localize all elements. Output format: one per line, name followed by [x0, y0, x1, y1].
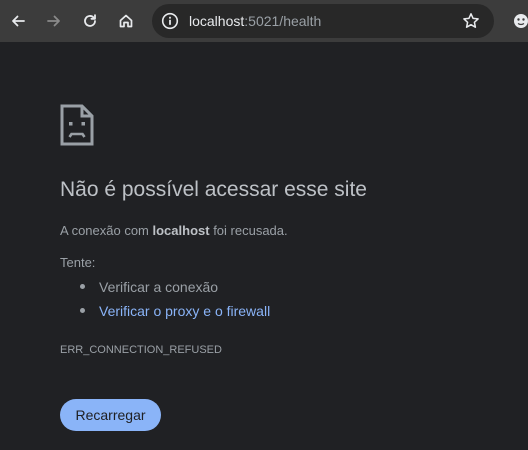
error-title: Não é possível acessar esse site	[60, 178, 367, 201]
suggestion-list-2: Verificar o proxy e o firewall	[80, 302, 270, 320]
check-proxy-firewall-link[interactable]: Verificar o proxy e o firewall	[99, 303, 270, 319]
suggestion-check-proxy-firewall[interactable]: Verificar o proxy e o firewall	[80, 302, 270, 320]
address-bar[interactable]: localhost:5021/health	[152, 4, 494, 38]
forward-icon	[47, 15, 60, 27]
browser-toolbar: localhost:5021/health	[0, 0, 528, 42]
description-suffix: foi recusada.	[209, 223, 288, 238]
description-prefix: A conexão com	[60, 223, 153, 238]
description-host: localhost	[152, 223, 210, 238]
home-icon	[119, 14, 133, 28]
error-page: Não é possível acessar esse site A conex…	[0, 42, 528, 450]
url-host: localhost	[189, 13, 245, 29]
suggestion-check-connection-text: Verificar a conexão	[99, 279, 219, 295]
site-info-icon[interactable]	[160, 11, 180, 31]
error-code: ERR_CONNECTION_REFUSED	[60, 344, 222, 356]
reload-page-button[interactable]: Recarregar	[60, 399, 161, 431]
star-icon[interactable]	[462, 12, 480, 30]
forward-button[interactable]	[42, 9, 66, 33]
back-icon	[12, 15, 25, 27]
try-label: Tente:	[60, 255, 96, 270]
reload-icon	[84, 14, 96, 27]
bullet	[80, 283, 85, 289]
url-text[interactable]: localhost:5021/health	[189, 13, 321, 29]
url-path: :5021/health	[244, 13, 322, 29]
reload-button[interactable]	[78, 9, 102, 33]
home-button[interactable]	[114, 9, 138, 33]
sad-file-icon	[60, 104, 94, 151]
suggestion-check-connection: Verificar a conexão	[80, 278, 218, 296]
bullet	[80, 307, 85, 313]
extension-icon[interactable]	[512, 11, 528, 31]
suggestion-list: Verificar a conexão	[80, 278, 218, 296]
error-description: A conexão com localhost foi recusada.	[60, 223, 288, 239]
back-button[interactable]	[6, 9, 30, 33]
